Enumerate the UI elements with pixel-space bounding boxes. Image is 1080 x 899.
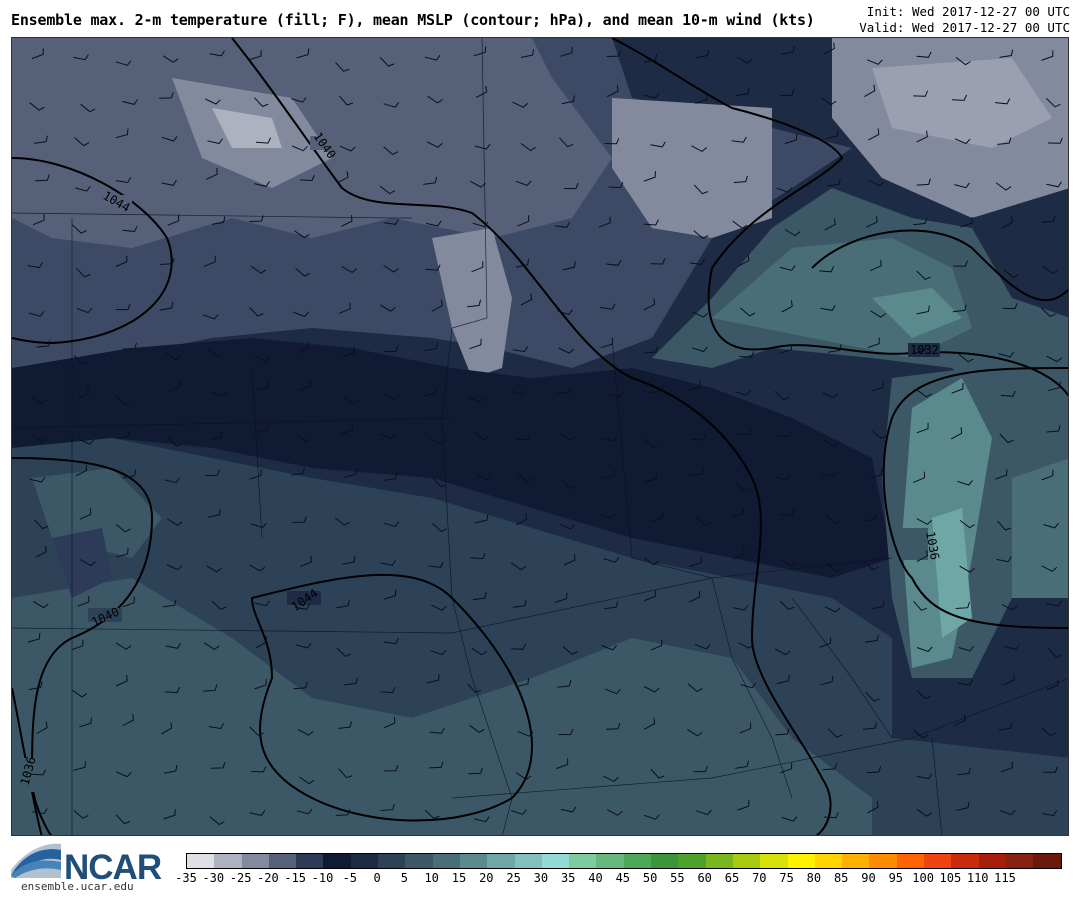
colorbar-tick-label: 55 xyxy=(670,871,685,885)
colorbar-tick-label: 100 xyxy=(912,871,934,885)
chart-title: Ensemble max. 2-m temperature (fill; F),… xyxy=(11,11,815,29)
colorbar-swatch xyxy=(405,854,433,868)
colorbar-swatch xyxy=(378,854,406,868)
ensemble-url: ensemble.ucar.edu xyxy=(21,880,134,893)
colorbar-tick-label: 60 xyxy=(697,871,712,885)
colorbar-swatch xyxy=(924,854,952,868)
colorbar-tick-label: 85 xyxy=(833,871,849,885)
colorbar-swatch xyxy=(787,854,815,868)
colorbar-swatch xyxy=(187,854,215,868)
colorbar-tick-label: 20 xyxy=(479,871,494,885)
colorbar-tick-label: 110 xyxy=(966,871,989,885)
temperature-fill-patch xyxy=(1012,458,1068,598)
colorbar-tick-label: 10 xyxy=(424,871,439,885)
colorbar-tick-label: -15 xyxy=(284,871,307,885)
colorbar-tick-label: 15 xyxy=(451,871,467,885)
colorbar-swatch xyxy=(978,854,1006,868)
colorbar-tick-label: -10 xyxy=(311,871,334,885)
colorbar-tick-label: 115 xyxy=(994,871,1016,885)
colorbar-tick-label: 0 xyxy=(373,871,381,885)
colorbar-tick-label: 80 xyxy=(806,871,822,885)
map-panel: 1040 1044 1032 1036 1044 1040 1036 xyxy=(11,37,1069,836)
colorbar-swatch xyxy=(896,854,925,868)
colorbar-tick-label: -30 xyxy=(202,871,225,885)
colorbar-swatch xyxy=(569,854,597,868)
colorbar-swatch xyxy=(869,854,897,868)
valid-time: Valid: Wed 2017-12-27 00 UTC xyxy=(859,20,1070,35)
colorbar-swatch xyxy=(651,854,679,868)
map-svg: 1040 1044 1032 1036 1044 1040 1036 xyxy=(12,38,1068,835)
colorbar-swatch xyxy=(214,854,242,868)
colorbar-swatch xyxy=(296,854,324,868)
colorbar-swatch xyxy=(268,854,297,868)
colorbar-swatch xyxy=(541,854,570,868)
contour-label: 1032 xyxy=(910,343,939,357)
colorbar-swatch xyxy=(241,854,269,868)
colorbar-tick-label: 30 xyxy=(533,871,549,885)
colorbar-swatch xyxy=(432,854,460,868)
colorbar-swatch xyxy=(1033,854,1061,868)
colorbar-tick-label: 65 xyxy=(724,871,740,885)
colorbar-swatch xyxy=(596,854,624,868)
colorbar-tick-label: 5 xyxy=(400,871,409,885)
colorbar-tick-label: 35 xyxy=(560,871,576,885)
colorbar-swatch xyxy=(623,854,652,868)
colorbar-swatch xyxy=(814,854,843,868)
colorbar-tick-label: -25 xyxy=(229,871,252,885)
colorbar-swatch xyxy=(732,854,761,868)
colorbar-tick-label: -35 xyxy=(175,871,197,885)
colorbar-ticks: -35 -30 -25 -20 -15 -10 -5 0 5 10 15 20 25 30 35 40 45 50… xyxy=(175,871,1066,887)
colorbar-tick-label: 95 xyxy=(888,871,904,885)
init-time: Init: Wed 2017-12-27 00 UTC xyxy=(866,4,1070,19)
colorbar-tick-label: -20 xyxy=(257,871,279,885)
colorbar-swatch xyxy=(842,854,870,868)
colorbar-tick-label: 75 xyxy=(779,871,794,885)
colorbar-tick-label: 50 xyxy=(642,871,658,885)
colorbar-tick-label: 40 xyxy=(588,871,603,885)
colorbar-swatch xyxy=(323,854,351,868)
colorbar-swatch xyxy=(350,854,379,868)
colorbar-tick-label: 45 xyxy=(615,871,631,885)
colorbar xyxy=(186,853,1062,869)
colorbar-swatch xyxy=(1005,854,1034,868)
colorbar-swatch xyxy=(760,854,788,868)
colorbar-swatch xyxy=(487,854,515,868)
colorbar-tick-label: 25 xyxy=(506,871,521,885)
colorbar-swatch xyxy=(514,854,542,868)
colorbar-tick-label: -5 xyxy=(342,871,358,885)
colorbar-swatch xyxy=(951,854,979,868)
colorbar-swatch xyxy=(678,854,706,868)
colorbar-swatch xyxy=(459,854,488,868)
colorbar-tick-label: 105 xyxy=(939,871,962,885)
colorbar-tick-label: 70 xyxy=(752,871,767,885)
colorbar-swatch xyxy=(705,854,733,868)
colorbar-tick-label: 90 xyxy=(861,871,876,885)
